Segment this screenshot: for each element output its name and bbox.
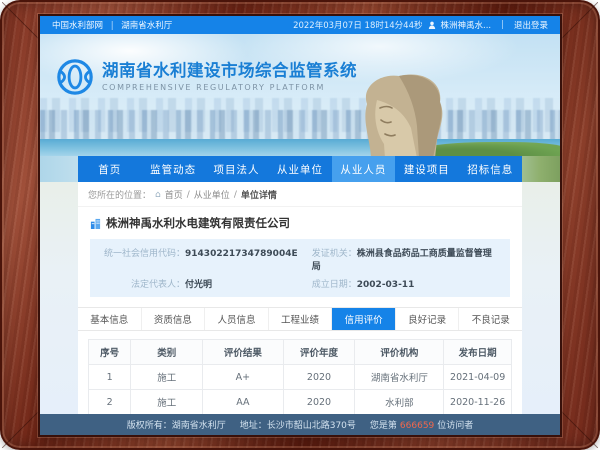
cell-agency: 水利部 xyxy=(354,389,445,414)
current-user-link[interactable]: 株洲神禹水... xyxy=(441,19,492,31)
col-header-no: 序号 xyxy=(87,339,132,365)
tab-good-records[interactable]: 良好记录 xyxy=(395,308,460,330)
field-credit-code: 统一社会信用代码：91430221734789004E xyxy=(104,249,298,259)
nav-item-project-legal-person[interactable]: 项目法人 xyxy=(205,156,268,182)
col-header-publish-date: 发布日期 xyxy=(443,339,512,365)
statue-image xyxy=(365,74,443,156)
nav-item-practitioners[interactable]: 从业人员 xyxy=(331,156,396,182)
col-header-result: 评价结果 xyxy=(202,339,284,365)
page-background: 您所在的位置： ⌂ 首页 / 从业单位 / 单位详情 株洲神禹水利水电建筑有限责… xyxy=(40,182,560,414)
credit-evaluation-table: 序号 类别 评价结果 评价年度 评价机构 发布日期 1 施工 A+ 2020 湖 xyxy=(87,339,512,414)
company-info-box: 统一社会信用代码：91430221734789004E 发证机关：株洲县食品药品… xyxy=(90,239,510,297)
tab-engineering-performance[interactable]: 工程业绩 xyxy=(268,308,333,330)
nav-item-construction-projects[interactable]: 建设项目 xyxy=(395,156,458,182)
tab-basic-info[interactable]: 基本信息 xyxy=(78,308,142,330)
cell-result: A+ xyxy=(202,364,284,390)
cell-result: AA xyxy=(202,389,284,414)
breadcrumb: 您所在的位置： ⌂ 首页 / 从业单位 / 单位详情 xyxy=(78,182,522,207)
breadcrumb-prefix: 您所在的位置： xyxy=(88,191,152,201)
cell-no: 2 xyxy=(87,389,132,414)
logout-link[interactable]: 退出登录 xyxy=(514,19,548,31)
city-skyline xyxy=(40,110,560,140)
content-card: 您所在的位置： ⌂ 首页 / 从业单位 / 单位详情 株洲神禹水利水电建筑有限责… xyxy=(78,182,523,414)
field-establish-date: 成立日期：2002-03-11 xyxy=(311,280,415,290)
nav-item-bidding-info[interactable]: 招标信息 xyxy=(459,156,522,182)
table-header-row: 序号 类别 评价结果 评价年度 评价机构 发布日期 xyxy=(87,339,512,365)
tab-bad-records[interactable]: 不良记录 xyxy=(459,308,523,330)
cell-no: 1 xyxy=(87,364,132,390)
browser-page: 中国水利部网 | 湖南省水利厅 2022年03月07日 18时14分44秒 株洲… xyxy=(40,16,560,435)
breadcrumb-current: 单位详情 xyxy=(240,191,277,201)
site-logo[interactable]: 湖南省水利建设市场综合监管系统 COMPREHENSIVE REGULATORY… xyxy=(56,58,357,96)
site-banner: 湖南省水利建设市场综合监管系统 COMPREHENSIVE REGULATORY… xyxy=(40,34,560,156)
topbar-links: 中国水利部网 | 湖南省水利厅 xyxy=(52,19,172,31)
page-footer: 版权所有：湖南省水利厅 地址：长沙市韶山北路370号 您是第 666659 位访问者 xyxy=(40,414,560,435)
nav-item-regulatory-news[interactable]: 监管动态 xyxy=(141,156,204,182)
breadcrumb-separator: / xyxy=(186,189,190,200)
company-title-row: 株洲神禹水利水电建筑有限责任公司 xyxy=(90,215,510,231)
tab-personnel-info[interactable]: 人员信息 xyxy=(205,308,269,330)
cell-category: 施工 xyxy=(130,364,204,390)
table-row: 2 施工 AA 2020 水利部 2020-11-26 xyxy=(87,389,512,414)
home-icon: ⌂ xyxy=(155,189,161,200)
nav-item-home[interactable]: 首页 xyxy=(78,156,141,182)
tab-credit-evaluation[interactable]: 信用评价 xyxy=(332,308,396,330)
nav-row: 首页 监管动态 项目法人 从业单位 从业人员 建设项目 招标信息 xyxy=(40,156,560,182)
user-icon xyxy=(428,21,435,29)
table-row: 1 施工 A+ 2020 湖南省水利厅 2021-04-09 xyxy=(87,364,512,390)
building-icon xyxy=(90,218,101,229)
footer-visitor-counter: 您是第 666659 位访问者 xyxy=(369,421,474,431)
cell-category: 施工 xyxy=(130,389,204,414)
breadcrumb-separator: / xyxy=(233,189,237,200)
topbar-separator: | xyxy=(501,20,504,30)
visitor-count: 666659 xyxy=(399,421,435,431)
col-header-year: 评价年度 xyxy=(282,339,356,365)
main-nav: 首页 监管动态 项目法人 从业单位 从业人员 建设项目 招标信息 xyxy=(78,156,522,182)
cell-agency: 湖南省水利厅 xyxy=(354,364,445,390)
breadcrumb-parent-link[interactable]: 从业单位 xyxy=(194,188,230,201)
cell-publish-date: 2020-11-26 xyxy=(443,389,512,414)
detail-tabs: 基本信息 资质信息 人员信息 工程业绩 信用评价 良好记录 不良记录 xyxy=(78,307,523,331)
nav-item-practicing-units[interactable]: 从业单位 xyxy=(268,156,331,182)
field-issuing-authority: 发证机关：株洲县食品药品工商质量监督管理局 xyxy=(311,249,492,272)
footer-address: 地址：长沙市韶山北路370号 xyxy=(239,421,356,431)
field-legal-representative: 法定代表人：付光明 xyxy=(131,280,213,290)
breadcrumb-home-link[interactable]: 首页 xyxy=(165,188,183,201)
cell-year: 2020 xyxy=(282,364,356,390)
link-mwr-site[interactable]: 中国水利部网 xyxy=(52,21,103,31)
col-header-agency: 评价机构 xyxy=(354,339,445,365)
datetime-text: 2022年03月07日 18时14分44秒 xyxy=(293,21,423,31)
tab-qualification-info[interactable]: 资质信息 xyxy=(141,308,206,330)
logo-icon xyxy=(57,59,93,95)
footer-copyright: 版权所有：湖南省水利厅 xyxy=(126,421,226,431)
cell-publish-date: 2021-04-09 xyxy=(443,364,512,390)
site-title: 湖南省水利建设市场综合监管系统 xyxy=(102,61,357,81)
company-name: 株洲神禹水利水电建筑有限责任公司 xyxy=(106,216,290,230)
col-header-category: 类别 xyxy=(130,339,204,365)
site-subtitle: COMPREHENSIVE REGULATORY PLATFORM xyxy=(102,82,325,92)
topbar: 中国水利部网 | 湖南省水利厅 2022年03月07日 18时14分44秒 株洲… xyxy=(40,16,560,34)
cell-year: 2020 xyxy=(282,389,356,414)
company-section: 株洲神禹水利水电建筑有限责任公司 统一社会信用代码：91430221734789… xyxy=(78,207,522,297)
topbar-separator: | xyxy=(110,21,114,31)
link-hunan-water-dept[interactable]: 湖南省水利厅 xyxy=(121,21,172,31)
